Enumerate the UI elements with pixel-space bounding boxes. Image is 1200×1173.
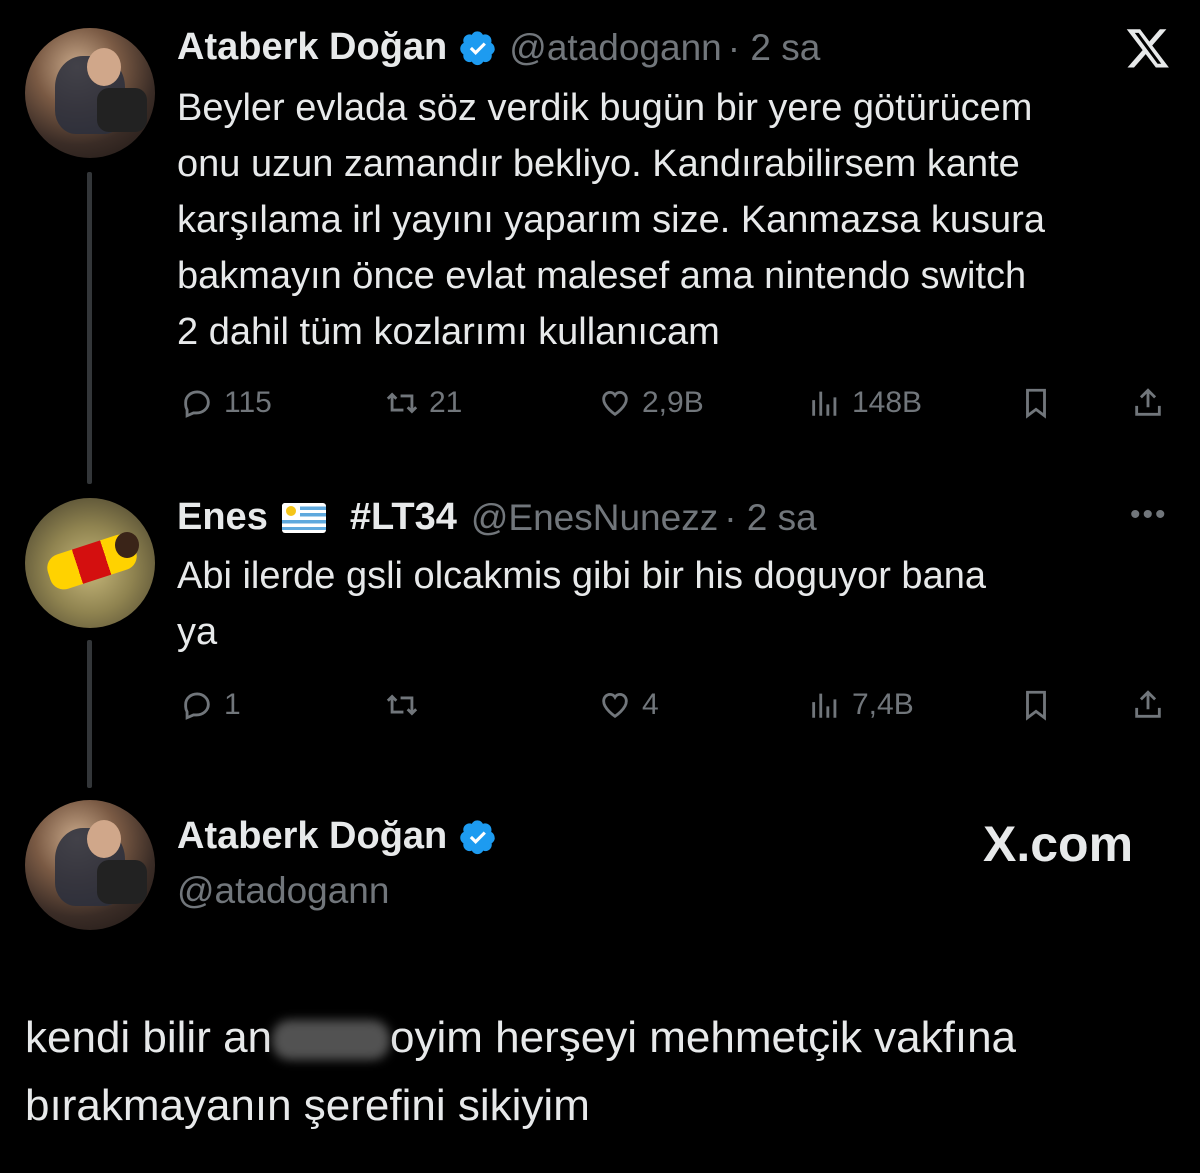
thread-line: [87, 172, 92, 484]
uruguay-flag-icon: [281, 502, 326, 533]
retweet-icon: [386, 694, 418, 716]
share-icon: [1135, 388, 1161, 416]
x-logo-icon[interactable]: [1124, 25, 1172, 71]
tweet-line: 2 dahil tüm kozlarımı kullanıcam: [177, 311, 720, 353]
like-button[interactable]: 2,9B: [598, 386, 704, 420]
tweet-line: karşılama irl yayını yaparım size. Kanma…: [177, 199, 1045, 241]
timestamp[interactable]: · 2 sa: [728, 27, 821, 69]
tweet-text: Abi ilerde gsli olcakmis gibi bir his do…: [177, 548, 986, 660]
share-button[interactable]: [1131, 688, 1165, 722]
avatar[interactable]: [25, 28, 155, 158]
heart-icon: [602, 692, 628, 719]
author-name[interactable]: Ataberk Doğan: [177, 26, 447, 69]
reply-button[interactable]: 115: [180, 386, 272, 420]
censor-blur: [272, 1020, 391, 1061]
like-button[interactable]: 4: [598, 688, 659, 722]
retweet-count: 21: [429, 386, 463, 419]
bookmark-icon: [1026, 690, 1046, 721]
author-name[interactable]: Enes: [177, 496, 268, 539]
like-count: 2,9B: [642, 386, 704, 419]
hashtag[interactable]: #LT34: [350, 496, 457, 539]
tweet-line: kendi bilir an oyim herşeyi mehmetçik vak…: [25, 1013, 1017, 1062]
tweet-line: ya: [177, 611, 218, 653]
tweet-line: bakmayın önce evlat malesef ama nintendo…: [177, 255, 1027, 297]
share-button[interactable]: [1131, 386, 1165, 420]
tweet-text: Beyler evlada söz verdik bugün bir yere …: [177, 80, 1045, 360]
author-handle[interactable]: @atadogann: [509, 27, 721, 69]
like-count: 4: [642, 688, 659, 721]
bookmark-button[interactable]: [1019, 386, 1053, 420]
author-name[interactable]: Ataberk Doğan: [177, 815, 447, 858]
tweet-line: Abi ilerde gsli olcakmis gibi bir his do…: [177, 555, 986, 597]
retweet-icon: [386, 392, 418, 414]
reply-count: 115: [224, 386, 272, 419]
brand-watermark: X.com: [983, 816, 1134, 872]
reply-button[interactable]: 1: [180, 688, 241, 722]
views-count: 148B: [852, 386, 923, 419]
verified-badge-icon: [460, 30, 496, 65]
tweet-line: onu uzun zamandır bekliyo. Kandırabilirs…: [177, 143, 1020, 185]
bookmark-icon: [1026, 388, 1046, 419]
reply-icon: [184, 692, 210, 720]
avatar[interactable]: [25, 800, 155, 930]
verified-badge-icon: [460, 819, 496, 854]
thread-line: [87, 640, 92, 788]
retweet-button[interactable]: 21: [385, 386, 462, 420]
more-icon[interactable]: •••: [1130, 498, 1168, 532]
avatar[interactable]: [25, 498, 155, 628]
bookmark-button[interactable]: [1019, 688, 1053, 722]
views-count: 7,4B: [852, 688, 914, 721]
main-tweet-text: kendi bilir an oyim herşeyi mehmetçik vak…: [25, 1004, 1016, 1140]
tweet-line: Beyler evlada söz verdik bugün bir yere …: [177, 87, 1033, 129]
tweet-line: bırakmayanın şerefini sikiyim: [25, 1081, 590, 1130]
author-handle[interactable]: @atadogann: [177, 870, 389, 912]
share-icon: [1135, 690, 1161, 718]
retweet-button[interactable]: [385, 688, 429, 722]
views-button[interactable]: 148B: [808, 386, 922, 420]
views-icon: [812, 391, 837, 416]
reply-count: 1: [224, 688, 241, 721]
author-handle[interactable]: @EnesNunezz: [471, 497, 718, 539]
heart-icon: [602, 390, 628, 417]
views-button[interactable]: 7,4B: [808, 688, 914, 722]
reply-icon: [184, 390, 210, 418]
timestamp[interactable]: · 2 sa: [724, 497, 817, 539]
views-icon: [812, 693, 837, 718]
